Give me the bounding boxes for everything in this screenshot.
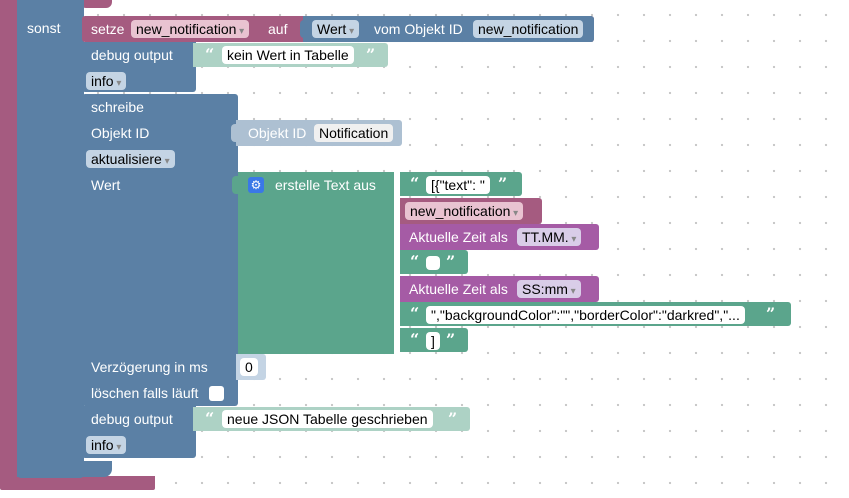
time-format-dropdown-1[interactable]: TT.MM. — [517, 228, 582, 246]
else-arm-foot — [17, 461, 112, 477]
create-text-block[interactable] — [238, 172, 394, 354]
delay-number-field[interactable]: 0 — [240, 358, 258, 376]
debug-label-2: debug output — [91, 411, 173, 427]
text-part-1-field[interactable]: [{"text": " — [426, 176, 490, 194]
debug-text-field-1[interactable]: kein Wert in Tabelle — [222, 46, 354, 64]
write-object-id-label: Objekt ID — [91, 125, 150, 141]
open-quote-icon: “ — [410, 252, 420, 271]
time-format-dropdown-2[interactable]: SS:mm — [517, 280, 581, 298]
set-middle-label: auf — [268, 21, 288, 37]
object-id-notch — [231, 124, 239, 142]
object-id-block-label: Objekt ID — [248, 125, 307, 141]
text-part-4-field[interactable]: ] — [426, 332, 440, 350]
debug-level-dropdown-1[interactable]: info — [86, 72, 127, 90]
mutator-gear-icon[interactable]: ⚙ — [248, 177, 264, 193]
debug-level-dropdown-2[interactable]: info — [86, 436, 127, 454]
delay-label: Verzögerung in ms — [91, 359, 208, 375]
object-id-value-field[interactable]: Notification — [314, 124, 394, 142]
close-quote-icon: ” — [448, 409, 458, 428]
close-quote-icon: ” — [446, 252, 456, 271]
state-object-id-field[interactable]: new_notification — [473, 20, 584, 38]
time-part-2-label: Aktuelle Zeit als — [409, 281, 508, 297]
close-quote-icon: ” — [446, 330, 456, 349]
open-quote-icon: “ — [410, 174, 420, 193]
open-quote-icon: “ — [410, 304, 420, 323]
else-label: sonst — [27, 20, 61, 36]
close-quote-icon: ” — [366, 45, 376, 64]
debug-text-field-2[interactable]: neue JSON Tabelle geschrieben — [222, 410, 433, 428]
clear-label: löschen falls läuft — [91, 385, 199, 401]
write-title: schreibe — [91, 99, 144, 115]
variable-part-dropdown[interactable]: new_notification — [405, 202, 524, 220]
set-prefix-label: setze — [91, 21, 125, 37]
set-variable-dropdown[interactable]: new_notification — [131, 20, 250, 38]
open-quote-icon: “ — [205, 45, 215, 64]
time-part-1-label: Aktuelle Zeit als — [409, 229, 508, 245]
state-object-label: vom Objekt ID — [374, 21, 463, 37]
if-else-block-bottom — [0, 476, 155, 490]
write-mode-dropdown[interactable]: aktualisiere — [86, 150, 175, 168]
open-quote-icon: “ — [205, 409, 215, 428]
write-value-label: Wert — [91, 177, 121, 193]
state-value-dropdown[interactable]: Wert — [312, 20, 360, 38]
if-else-block-top-arm — [80, 0, 112, 8]
debug-label-1: debug output — [91, 47, 173, 63]
close-quote-icon: ” — [498, 174, 508, 193]
close-quote-icon: ” — [766, 304, 776, 323]
else-arm — [17, 0, 84, 478]
text-part-2-field[interactable] — [426, 256, 440, 270]
create-text-label: erstelle Text aus — [275, 177, 376, 193]
get-state-notch — [300, 20, 308, 38]
clear-running-checkbox[interactable] — [209, 386, 224, 401]
text-part-3-field[interactable]: ","backgroundColor":"","borderColor":"da… — [426, 306, 745, 324]
create-text-notch — [232, 176, 240, 194]
open-quote-icon: “ — [410, 330, 420, 349]
